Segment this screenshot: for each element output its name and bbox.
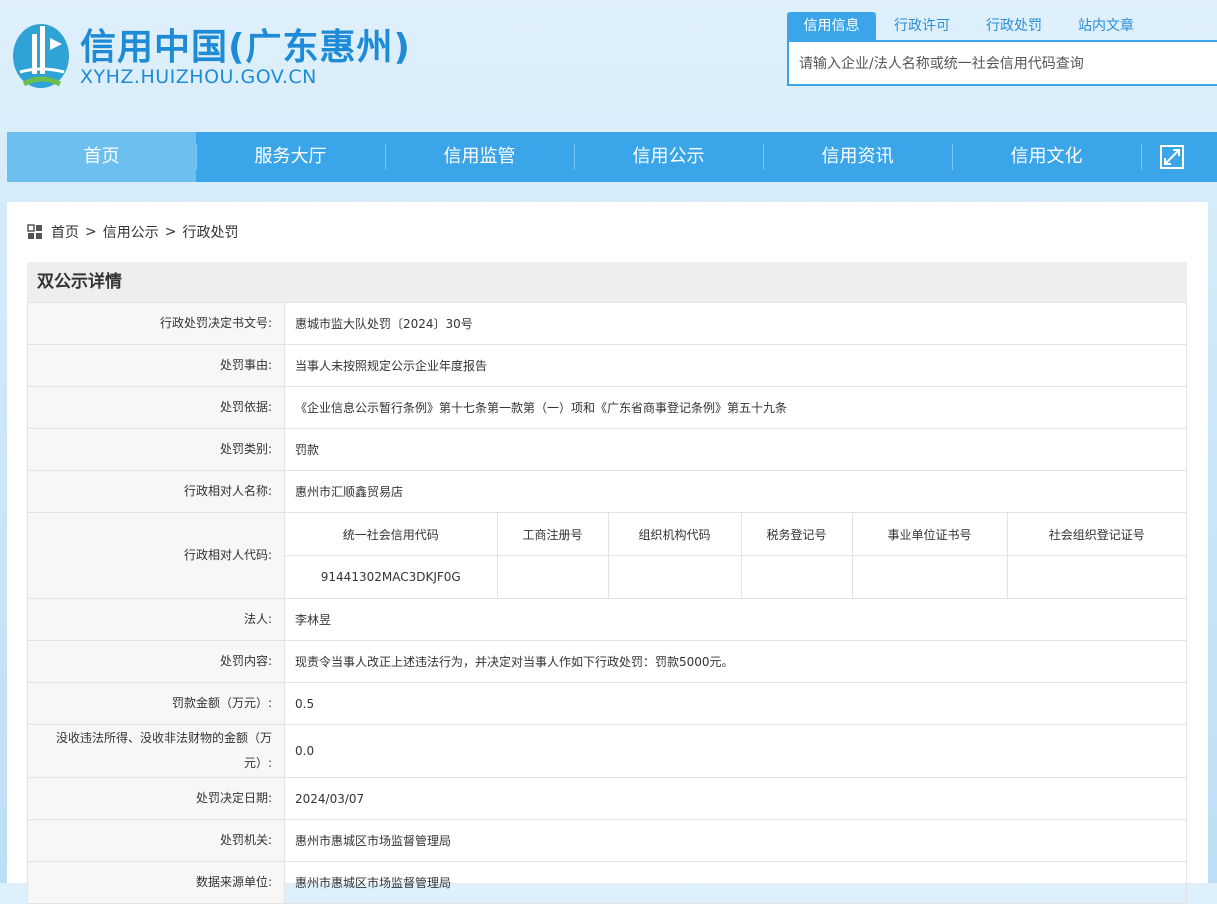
search-tabs: 信用信息 行政许可 行政处罚 站内文章 bbox=[787, 12, 1217, 40]
panel-title: 双公示详情 bbox=[27, 262, 1187, 302]
row-label-legal-person: 法人: bbox=[27, 598, 285, 641]
main-content: 首页 > 信用公示 > 行政处罚 双公示详情 行政处罚决定书文号: 惠城市监大队… bbox=[7, 202, 1208, 904]
breadcrumb-separator: > bbox=[85, 224, 97, 240]
row-label-fine-amount: 罚款金额（万元）: bbox=[27, 682, 285, 725]
table-row: 行政相对人名称: 惠州市汇顺鑫贸易店 bbox=[27, 470, 1187, 513]
codes-header: 统一社会信用代码 bbox=[285, 513, 498, 556]
codes-value bbox=[496, 555, 609, 598]
table-row: 没收违法所得、没收非法财物的金额（万元）: 0.0 bbox=[27, 724, 1187, 778]
row-label-basis: 处罚依据: bbox=[27, 386, 285, 429]
table-row: 处罚决定日期: 2024/03/07 bbox=[27, 777, 1187, 820]
search-input[interactable] bbox=[789, 42, 1217, 86]
row-value-reason: 当事人未按照规定公示企业年度报告 bbox=[284, 344, 1187, 387]
table-row: 法人: 李林昱 bbox=[27, 598, 1187, 641]
row-value-legal-person: 李林昱 bbox=[284, 598, 1187, 641]
row-value-fine-amount: 0.5 bbox=[284, 682, 1187, 725]
codes-table: 统一社会信用代码 工商注册号 组织机构代码 税务登记号 事业单位证书号 社会组织… bbox=[285, 513, 1186, 598]
codes-value bbox=[851, 555, 1008, 598]
site-title[interactable]: 信用中国(广东惠州) bbox=[80, 18, 411, 70]
nav-service-hall[interactable]: 服务大厅 bbox=[196, 132, 385, 182]
search-box bbox=[787, 40, 1217, 86]
row-value-category: 罚款 bbox=[284, 428, 1187, 471]
row-value-content: 现责令当事人改正上述违法行为，并决定对当事人作如下行政处罚：罚款5000元。 bbox=[284, 640, 1187, 683]
main-nav: 首页 服务大厅 信用监管 信用公示 信用资讯 信用文化 bbox=[7, 132, 1217, 182]
detail-panel: 双公示详情 行政处罚决定书文号: 惠城市监大队处罚〔2024〕30号 处罚事由:… bbox=[27, 262, 1187, 904]
row-value-party-name: 惠州市汇顺鑫贸易店 bbox=[284, 470, 1187, 513]
codes-value bbox=[607, 555, 742, 598]
table-row: 行政处罚决定书文号: 惠城市监大队处罚〔2024〕30号 bbox=[27, 302, 1187, 345]
codes-header: 事业单位证书号 bbox=[851, 513, 1008, 556]
table-row: 行政相对人代码: 统一社会信用代码 工商注册号 组织机构代码 税务登记号 事业单… bbox=[27, 512, 1187, 599]
table-row: 处罚类别: 罚款 bbox=[27, 428, 1187, 471]
row-label-category: 处罚类别: bbox=[27, 428, 285, 471]
detail-table: 行政处罚决定书文号: 惠城市监大队处罚〔2024〕30号 处罚事由: 当事人未按… bbox=[27, 302, 1187, 904]
table-row: 处罚机关: 惠州市惠城区市场监督管理局 bbox=[27, 819, 1187, 862]
row-value-basis: 《企业信息公示暂行条例》第十七条第一款第（一）项和《广东省商事登记条例》第五十九… bbox=[284, 386, 1187, 429]
search-tab-site-articles[interactable]: 站内文章 bbox=[1060, 12, 1152, 40]
site-domain: XYHZ.HUIZHOU.GOV.CN bbox=[80, 66, 317, 88]
search-area: 信用信息 行政许可 行政处罚 站内文章 bbox=[787, 12, 1217, 86]
breadcrumb-admin-penalty: 行政处罚 bbox=[182, 225, 239, 241]
codes-value-row: 91441302MAC3DKJF0G bbox=[285, 555, 1186, 598]
codes-value bbox=[740, 555, 853, 598]
nav-expand-button[interactable] bbox=[1141, 132, 1203, 182]
table-row: 罚款金额（万元）: 0.5 bbox=[27, 682, 1187, 725]
codes-value-usc: 91441302MAC3DKJF0G bbox=[285, 555, 498, 598]
nav-credit-culture[interactable]: 信用文化 bbox=[952, 132, 1141, 182]
nav-credit-supervision[interactable]: 信用监管 bbox=[385, 132, 574, 182]
row-label-decision-date: 处罚决定日期: bbox=[27, 777, 285, 820]
table-row: 处罚依据: 《企业信息公示暂行条例》第十七条第一款第（一）项和《广东省商事登记条… bbox=[27, 386, 1187, 429]
row-label-authority: 处罚机关: bbox=[27, 819, 285, 862]
row-value-confiscation-amount: 0.0 bbox=[284, 724, 1187, 778]
nav-credit-news[interactable]: 信用资讯 bbox=[763, 132, 952, 182]
codes-cell: 统一社会信用代码 工商注册号 组织机构代码 税务登记号 事业单位证书号 社会组织… bbox=[284, 512, 1187, 599]
row-label-party-codes: 行政相对人代码: bbox=[27, 512, 285, 599]
table-row: 处罚内容: 现责令当事人改正上述违法行为，并决定对当事人作如下行政处罚：罚款50… bbox=[27, 640, 1187, 683]
breadcrumb: 首页 > 信用公示 > 行政处罚 bbox=[27, 222, 238, 242]
row-label-reason: 处罚事由: bbox=[27, 344, 285, 387]
search-tab-admin-penalty[interactable]: 行政处罚 bbox=[968, 12, 1060, 40]
breadcrumb-separator: > bbox=[164, 224, 177, 240]
codes-value bbox=[1006, 555, 1186, 598]
codes-header-row: 统一社会信用代码 工商注册号 组织机构代码 税务登记号 事业单位证书号 社会组织… bbox=[285, 513, 1186, 556]
codes-header: 税务登记号 bbox=[740, 513, 853, 556]
breadcrumb-home[interactable]: 首页 bbox=[51, 222, 79, 242]
codes-header: 工商注册号 bbox=[496, 513, 609, 556]
nav-home[interactable]: 首页 bbox=[7, 132, 196, 182]
row-value-decision-date: 2024/03/07 bbox=[284, 777, 1187, 820]
expand-icon bbox=[1160, 145, 1184, 169]
row-label-party-name: 行政相对人名称: bbox=[27, 470, 285, 513]
grid-icon bbox=[27, 224, 42, 239]
codes-header: 社会组织登记证号 bbox=[1006, 513, 1186, 556]
row-label-decision-number: 行政处罚决定书文号: bbox=[27, 302, 285, 345]
breadcrumb-credit-publicity[interactable]: 信用公示 bbox=[103, 222, 159, 242]
huizhou-logo-icon[interactable] bbox=[10, 14, 72, 94]
search-tab-admin-license[interactable]: 行政许可 bbox=[876, 12, 968, 40]
search-tab-credit-info[interactable]: 信用信息 bbox=[787, 12, 876, 40]
row-label-content: 处罚内容: bbox=[27, 640, 285, 683]
row-label-confiscation-amount: 没收违法所得、没收非法财物的金额（万元）: bbox=[27, 724, 285, 778]
table-row: 处罚事由: 当事人未按照规定公示企业年度报告 bbox=[27, 344, 1187, 387]
row-value-authority: 惠州市惠城区市场监督管理局 bbox=[284, 819, 1187, 862]
site-header: 信用中国(广东惠州) XYHZ.HUIZHOU.GOV.CN 信用信息 行政许可… bbox=[0, 0, 1217, 110]
row-value-decision-number: 惠城市监大队处罚〔2024〕30号 bbox=[284, 302, 1187, 345]
nav-credit-publicity[interactable]: 信用公示 bbox=[574, 132, 763, 182]
codes-header: 组织机构代码 bbox=[607, 513, 742, 556]
